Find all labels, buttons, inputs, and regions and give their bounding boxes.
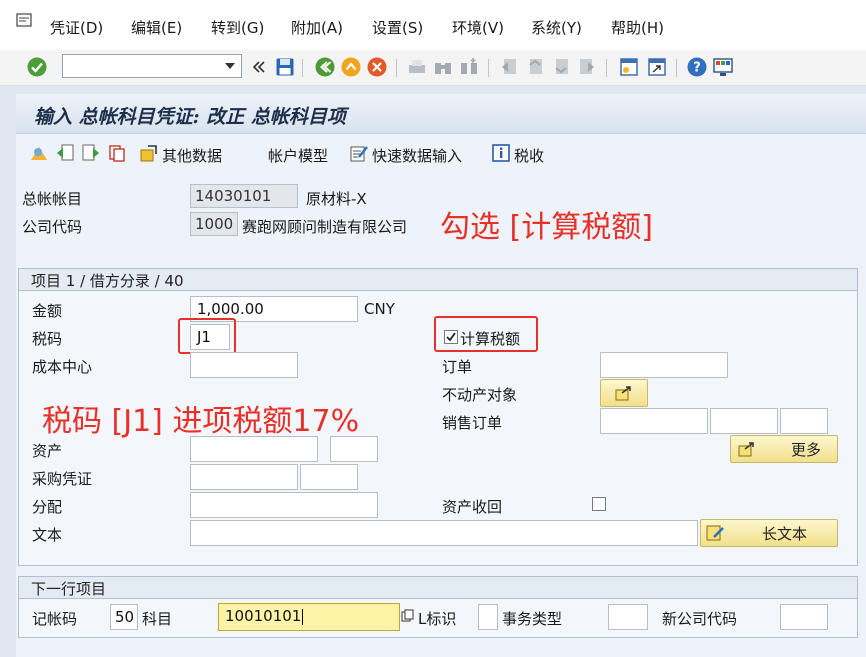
purchasing-doc-item-input[interactable] (300, 464, 358, 490)
svg-text:?: ? (693, 61, 701, 76)
cost-center-input[interactable] (190, 352, 298, 378)
title-bar: 输入 总帐科目凭证: 改正 总帐科目项 (16, 94, 866, 134)
content-area: 总帐帐目 14030101 原材料-X 公司代码 1000 赛跑网顾问制造有限公… (16, 174, 866, 657)
help-icon[interactable]: ? (686, 56, 708, 78)
account-label: 科目 (142, 610, 173, 628)
new-company-code-label: 新公司代码 (662, 610, 738, 628)
system-menu-icon[interactable] (16, 13, 32, 27)
text-input[interactable] (190, 520, 698, 546)
annotation-check-calc-tax: 勾选 [计算税额] (440, 210, 653, 245)
sales-order-input[interactable] (600, 408, 708, 434)
search-help-icon[interactable] (400, 608, 416, 624)
application-toolbar: 其他数据 帐户模型 快速数据输入 税收 (16, 134, 866, 174)
transaction-type-input[interactable] (608, 604, 648, 630)
order-label: 订单 (442, 358, 473, 376)
asset-label: 资产 (32, 442, 63, 460)
gl-account-field: 14030101 (190, 184, 298, 208)
transaction-type-label: 事务类型 (502, 610, 563, 628)
sales-order-item-input[interactable] (710, 408, 778, 434)
menu-item-settings[interactable]: 设置(S) (372, 17, 423, 38)
long-text-button[interactable]: 长文本 (700, 519, 838, 547)
first-page-icon[interactable] (498, 56, 520, 78)
chevron-down-icon[interactable] (225, 63, 235, 70)
account-input-value: 10010101 (225, 607, 302, 625)
save-icon[interactable] (274, 56, 296, 78)
sales-order-label: 销售订单 (442, 414, 503, 432)
edit-detail-icon (738, 442, 754, 457)
other-data-icon[interactable] (138, 142, 160, 164)
account-model-button[interactable]: 帐户模型 (268, 145, 328, 166)
next-page-icon[interactable] (550, 56, 572, 78)
double-chevron-left-icon[interactable] (248, 56, 270, 78)
calc-tax-highlight-box (434, 316, 538, 352)
long-text-button-label: 长文本 (761, 524, 807, 543)
company-code-field: 1000 (190, 212, 238, 236)
overview-icon[interactable] (28, 142, 50, 164)
previous-item-icon[interactable] (54, 142, 76, 164)
special-gl-input[interactable] (478, 604, 498, 630)
more-button[interactable]: 更多 (730, 435, 838, 463)
fast-entry-button[interactable]: 快速数据输入 (372, 145, 462, 166)
copy-icon[interactable] (106, 142, 128, 164)
shortcut-icon[interactable] (646, 56, 668, 78)
tax-code-label: 税码 (32, 330, 63, 348)
edit-detail-icon (615, 386, 631, 401)
other-data-button[interactable]: 其他数据 (162, 145, 222, 166)
currency-label: CNY (364, 300, 395, 318)
enter-check-icon[interactable] (26, 56, 48, 78)
amount-label: 金额 (32, 302, 63, 320)
company-code-description: 赛跑网顾问制造有限公司 (242, 218, 408, 236)
real-estate-button[interactable] (600, 379, 648, 407)
cost-center-label: 成本中心 (32, 358, 93, 376)
assignment-label: 分配 (32, 498, 63, 516)
posting-key-label: 记帐码 (32, 610, 78, 628)
asset-retirement-label: 资产收回 (442, 498, 503, 516)
item-group-title: 项目 1 / 借方分录 / 40 (19, 269, 857, 291)
fast-entry-icon[interactable] (348, 142, 370, 164)
new-session-icon[interactable] (618, 56, 640, 78)
new-company-code-input[interactable] (780, 604, 828, 630)
company-code-label: 公司代码 (22, 218, 83, 236)
posting-key-input[interactable]: 50 (110, 604, 138, 630)
account-input[interactable]: 10010101 (218, 603, 400, 631)
page-title: 输入 总帐科目凭证: 改正 总帐科目项 (34, 106, 346, 128)
special-gl-label: L标识 (418, 610, 457, 628)
gl-account-label: 总帐帐目 (22, 190, 83, 208)
menu-item-help[interactable]: 帮助(H) (611, 17, 664, 38)
purchasing-doc-input[interactable] (190, 464, 298, 490)
next-item-icon[interactable] (80, 142, 102, 164)
exit-icon[interactable] (340, 56, 362, 78)
long-text-icon (706, 525, 724, 541)
purchasing-doc-label: 采购凭证 (32, 470, 93, 488)
gl-account-description: 原材料-X (306, 190, 367, 208)
menu-item-extras[interactable]: 附加(A) (291, 17, 343, 38)
find-icon[interactable] (432, 56, 454, 78)
print-icon[interactable] (406, 56, 428, 78)
order-input[interactable] (600, 352, 728, 378)
annotation-tax-code: 税码 [J1] 进项税额17% (42, 404, 360, 439)
cancel-icon[interactable] (366, 56, 388, 78)
customize-layout-icon[interactable] (712, 56, 734, 78)
menu-item-system[interactable]: 系统(Y) (531, 17, 582, 38)
previous-page-icon[interactable] (524, 56, 546, 78)
menu-item-goto[interactable]: 转到(G) (211, 17, 264, 38)
tax-code-highlight-box (178, 318, 236, 354)
next-item-group-title: 下一行项目 (19, 577, 857, 599)
last-page-icon[interactable] (576, 56, 598, 78)
real-estate-label: 不动产对象 (442, 386, 518, 404)
menu-item-environment[interactable]: 环境(V) (452, 17, 504, 38)
menu-bar: 凭证(D) 编辑(E) 转到(G) 附加(A) 设置(S) 环境(V) 系统(Y… (0, 0, 866, 50)
sales-order-schedule-input[interactable] (780, 408, 828, 434)
menu-item-edit[interactable]: 编辑(E) (131, 17, 182, 38)
text-label: 文本 (32, 526, 63, 544)
command-field[interactable] (62, 54, 242, 78)
menu-item-document[interactable]: 凭证(D) (50, 17, 103, 38)
tax-button[interactable]: 税收 (514, 145, 544, 166)
info-icon[interactable] (490, 142, 512, 164)
assignment-input[interactable] (190, 492, 378, 518)
back-icon[interactable] (314, 56, 336, 78)
more-button-label: 更多 (790, 440, 821, 459)
find-next-icon[interactable] (458, 56, 480, 78)
asset-retirement-checkbox[interactable] (592, 497, 606, 511)
